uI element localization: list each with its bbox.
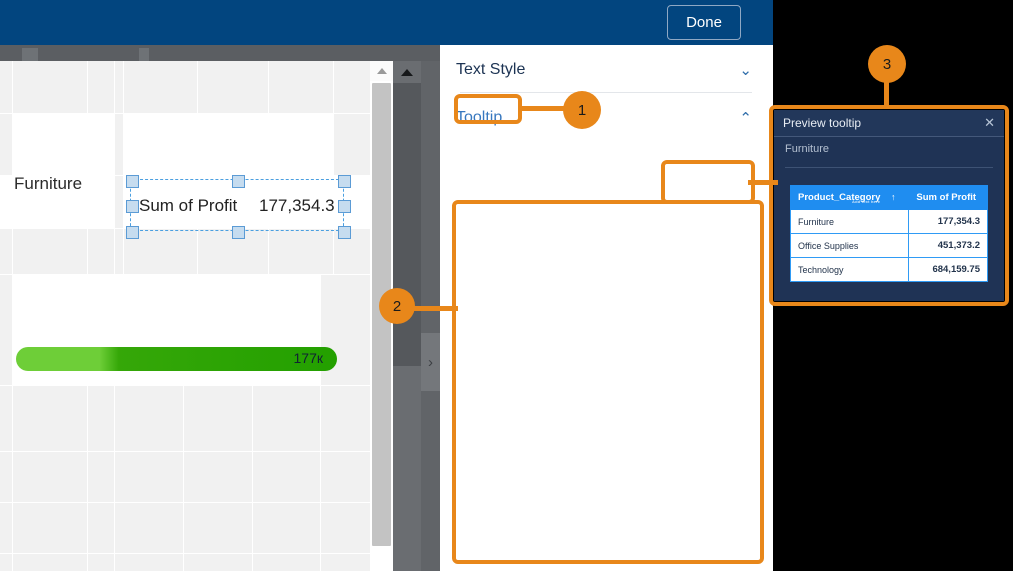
chevron-up-icon[interactable]: ⌃ (739, 109, 752, 127)
grid-row (0, 114, 370, 175)
grid-row (0, 61, 370, 113)
canvas-sheet[interactable]: Furniture Sum of Profit 177,354.3 177к (0, 61, 370, 571)
grid-row (0, 452, 370, 502)
annotation-badge-3: 3 (868, 45, 906, 83)
title-bar: Done (0, 0, 773, 45)
resize-handle-n[interactable] (232, 175, 245, 188)
chevron-down-icon[interactable]: ⌄ (739, 61, 752, 79)
resize-handle-se[interactable] (338, 226, 351, 239)
annotation-highlight-preview-button (661, 160, 755, 204)
canvas-row-label: Furniture (14, 174, 83, 193)
done-button[interactable]: Done (667, 5, 741, 40)
annotation-highlight-tooltip (454, 94, 522, 124)
grid-row (0, 386, 370, 451)
resize-handle-nw[interactable] (126, 175, 139, 188)
resize-handle-s[interactable] (232, 226, 245, 239)
selection-box[interactable] (126, 175, 351, 239)
kpi-bar-label: 177к (293, 350, 323, 366)
annotation-leader-line (884, 80, 889, 106)
annotation-highlight-preview-popup (769, 105, 1009, 306)
divider (460, 92, 752, 93)
kpi-progress-bar[interactable]: 177к (16, 347, 337, 371)
annotation-leader-line (410, 306, 458, 311)
text-style-label: Text Style (456, 61, 526, 78)
grid-row (0, 503, 370, 553)
ruler-tick (139, 48, 149, 61)
annotation-leader-line (518, 106, 564, 111)
annotation-highlight-tooltip-settings (452, 200, 764, 564)
resize-handle-w[interactable] (126, 200, 139, 213)
ruler-tick (22, 48, 38, 61)
panel-collapse-chevron-icon[interactable]: › (421, 333, 440, 391)
dashboard-canvas[interactable]: Furniture Sum of Profit 177,354.3 177к › (0, 45, 440, 571)
scroll-up-arrow-icon[interactable] (370, 61, 393, 81)
grid-row (0, 229, 370, 274)
resize-handle-e[interactable] (338, 200, 351, 213)
annotation-leader-line (748, 180, 778, 185)
outer-scroll-up-arrow-icon[interactable] (393, 61, 421, 83)
annotation-badge-1: 1 (563, 91, 601, 129)
grid-row (0, 554, 370, 571)
annotation-badge-2: 2 (379, 288, 415, 324)
resize-handle-ne[interactable] (338, 175, 351, 188)
canvas-ruler (0, 45, 440, 61)
section-text-style[interactable]: Text Style ⌄ (456, 51, 752, 89)
resize-handle-sw[interactable] (126, 226, 139, 239)
